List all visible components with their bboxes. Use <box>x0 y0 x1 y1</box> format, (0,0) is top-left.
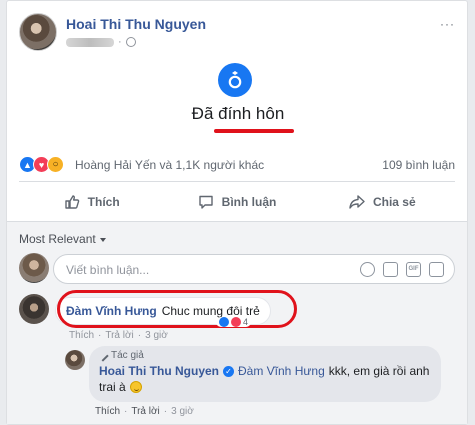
reply-actions: Thích · Trả lời · 3 giờ <box>95 406 194 417</box>
divider <box>19 181 455 182</box>
share-icon <box>349 195 365 209</box>
post-actions: Thích Bình luận Chia sẻ <box>19 187 455 217</box>
post-meta: · <box>66 36 136 48</box>
comment-button[interactable]: Bình luận <box>164 187 309 217</box>
pencil-icon <box>97 349 109 362</box>
comment-like-link[interactable]: Thích <box>69 330 94 341</box>
more-options-icon[interactable]: ··· <box>440 17 455 31</box>
commenter-avatar[interactable] <box>19 294 49 324</box>
separator: · <box>98 330 102 341</box>
reply-avatar[interactable] <box>65 350 85 370</box>
love-reaction-icon <box>231 317 241 327</box>
reply-like-link[interactable]: Thích <box>95 406 120 417</box>
like-reaction-icon <box>219 317 229 327</box>
reaction-summary[interactable]: Hoàng Hải Yến và 1,1K người khác <box>75 158 264 172</box>
thumbs-up-icon <box>64 195 79 209</box>
gif-icon[interactable]: GIF <box>406 262 421 277</box>
reaction-icons[interactable]: ▲ ♥ ○ <box>19 156 64 173</box>
reply-author-name[interactable]: Hoai Thi Thu Nguyen <box>99 364 219 378</box>
comment-reply-link[interactable]: Trả lời <box>105 330 133 341</box>
share-label: Chia sẻ <box>372 195 416 209</box>
separator: · <box>163 406 168 417</box>
post-header: Hoai Thi Thu Nguyen · ··· <box>19 13 455 53</box>
author-name[interactable]: Hoai Thi Thu Nguyen <box>66 16 206 32</box>
comment-composer: Viết bình luận... GIF <box>19 252 455 284</box>
like-button[interactable]: Thích <box>19 187 164 217</box>
comment-item: Đàm Vĩnh Hưng Chuc mung đôi trẻ 4 Thích … <box>19 290 455 341</box>
share-button[interactable]: Chia sẻ <box>310 187 455 217</box>
comment-reactions[interactable]: 4 <box>216 317 252 327</box>
like-label: Thích <box>87 195 120 209</box>
comment-placeholder: Viết bình luận... <box>66 263 150 277</box>
blurred-timestamp <box>66 37 114 47</box>
reply-time[interactable]: 3 giờ <box>171 406 194 417</box>
separator: · <box>137 330 142 341</box>
globe-icon[interactable] <box>125 37 136 47</box>
camera-icon[interactable] <box>383 262 398 277</box>
annotation-oval <box>57 290 297 328</box>
comment-time[interactable]: 3 giờ <box>145 330 168 341</box>
sort-dropdown[interactable]: Most Relevant <box>19 232 106 246</box>
sort-label: Most Relevant <box>19 232 96 246</box>
mention-tag[interactable]: Đàm Vĩnh Hưng <box>238 364 325 378</box>
comment-count[interactable]: 109 bình luận <box>382 158 455 172</box>
separator: · <box>124 406 128 417</box>
author-badge: Tác giả <box>97 349 431 362</box>
reactions-row: ▲ ♥ ○ Hoàng Hải Yến và 1,1K người khác 1… <box>19 156 455 174</box>
composer-icons: GIF <box>360 262 444 277</box>
reply-bubble: Tác giả Hoai Thi Thu Nguyen ✓ Đàm Vĩnh H… <box>89 346 441 402</box>
ring-icon <box>218 63 252 97</box>
comments-section: Most Relevant Viết bình luận... GIF Đàm … <box>7 221 467 424</box>
emoji-icon[interactable] <box>360 262 375 277</box>
comment-input[interactable]: Viết bình luận... GIF <box>53 254 455 284</box>
reply-item: Tác giả Hoai Thi Thu Nguyen ✓ Đàm Vĩnh H… <box>65 346 455 417</box>
reply-text-2: trai à <box>99 380 126 394</box>
post-card: Hoai Thi Thu Nguyen · ··· Đã đính hôn ▲ … <box>6 0 468 425</box>
comment-actions: Thích · Trả lời · 3 giờ <box>69 330 168 341</box>
reply-reply-link[interactable]: Trả lời <box>131 406 159 417</box>
life-event-title: Đã đính hôn <box>191 104 285 123</box>
comment-reaction-count: 4 <box>243 317 249 327</box>
comment-label: Bình luận <box>221 195 277 209</box>
caret-down-icon <box>99 237 106 242</box>
my-avatar[interactable] <box>19 253 49 283</box>
reply-line: Hoai Thi Thu Nguyen ✓ Đàm Vĩnh Hưng kkk,… <box>99 364 431 378</box>
reply-text: kkk, em già rồi anh <box>328 364 430 378</box>
wow-reaction-icon: ○ <box>47 156 64 173</box>
verified-icon: ✓ <box>223 365 234 377</box>
author-avatar[interactable] <box>19 13 57 51</box>
annotation-underline <box>214 129 294 133</box>
author-badge-label: Tác giả <box>111 350 144 361</box>
comment-icon <box>198 195 213 209</box>
sticker-icon[interactable] <box>429 262 444 277</box>
smile-emoji-icon <box>129 381 142 393</box>
reply-line-2: trai à <box>99 380 431 394</box>
meta-separator: · <box>118 36 122 48</box>
